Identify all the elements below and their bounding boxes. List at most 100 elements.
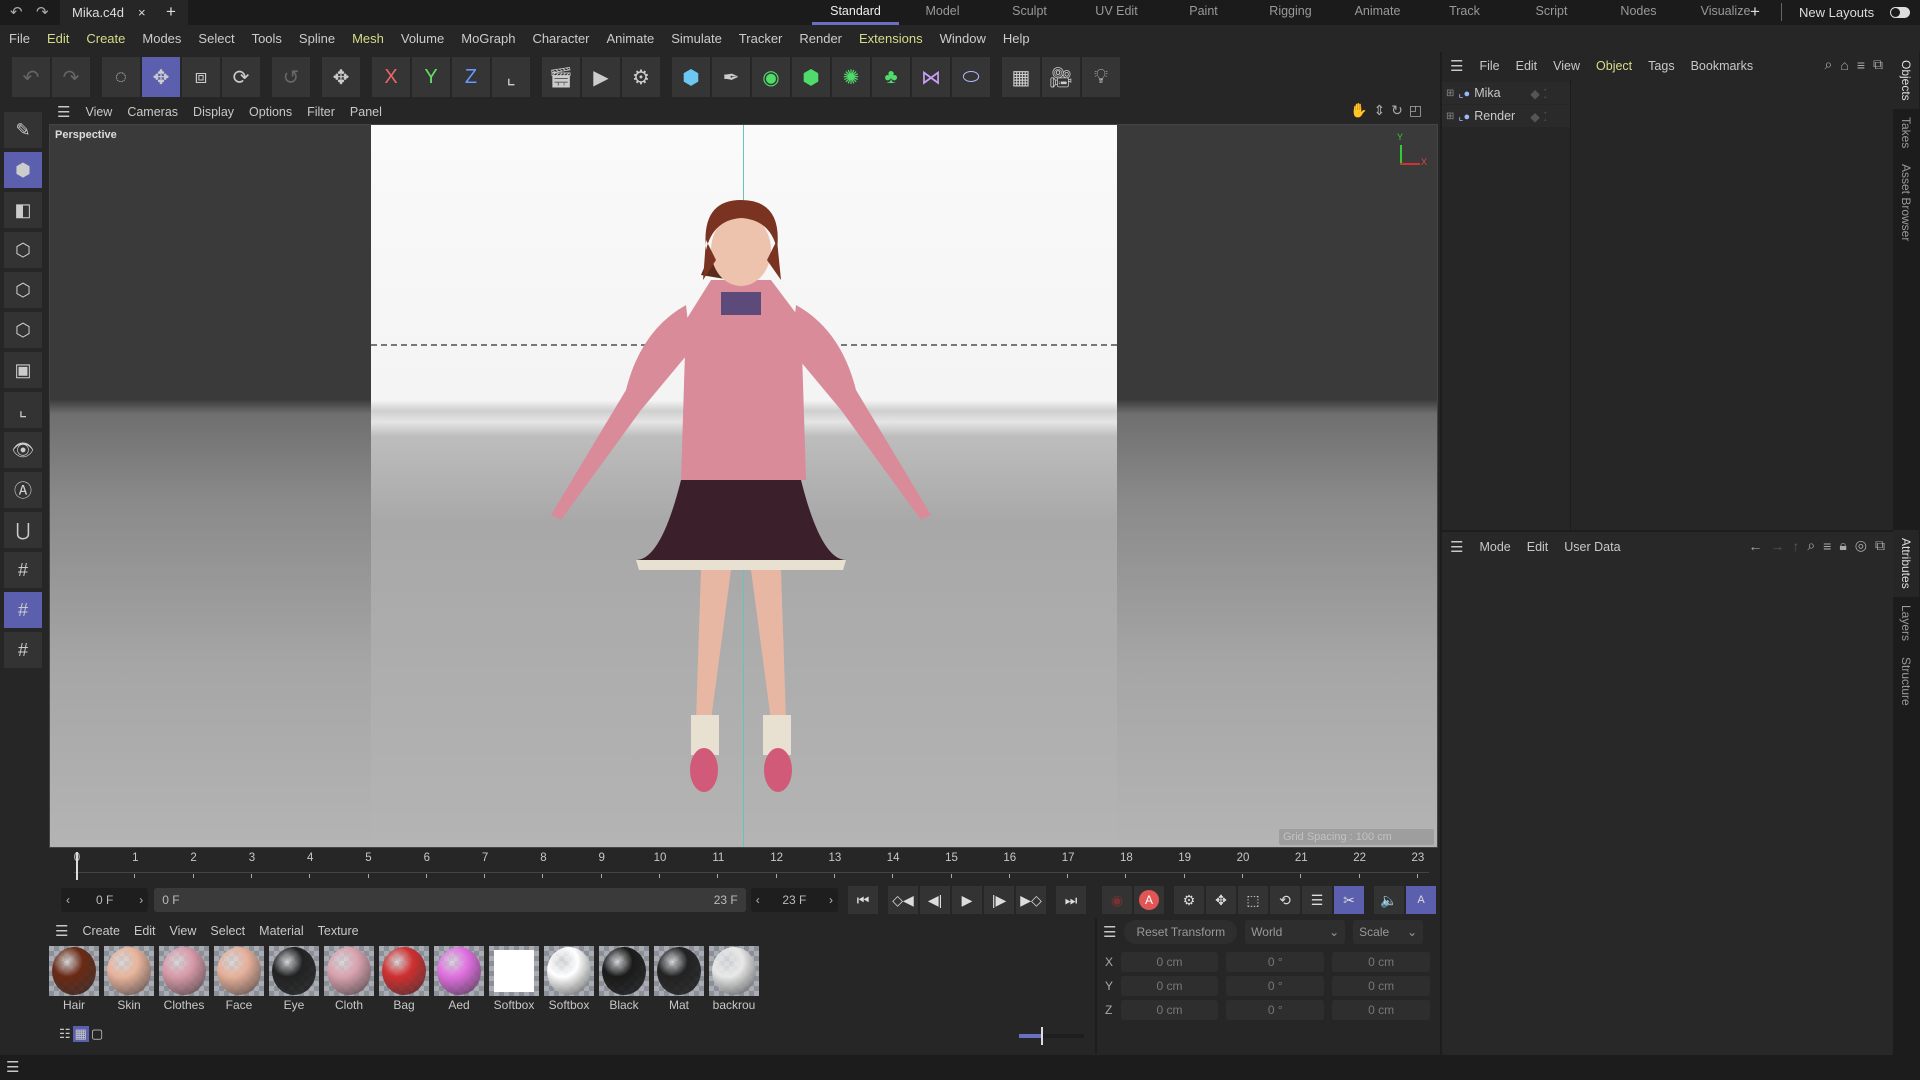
material-item[interactable]: Face bbox=[214, 946, 264, 1012]
make-editable-icon[interactable]: ✎ bbox=[4, 112, 42, 148]
viewport-menu-filter[interactable]: Filter bbox=[307, 105, 335, 119]
maximize-view-icon[interactable]: ◰ bbox=[1409, 102, 1422, 119]
layout-tab[interactable]: Sculpt bbox=[986, 0, 1073, 25]
autokey-icon[interactable]: A bbox=[1134, 886, 1165, 914]
attribute-menu-mode[interactable]: Mode bbox=[1479, 540, 1510, 554]
object-row[interactable]: ⊞ ⌞● Mika ◆ ⁚ bbox=[1442, 82, 1570, 104]
go-to-start-icon[interactable]: ⏮ bbox=[848, 886, 879, 914]
material-item[interactable]: Mat bbox=[654, 946, 704, 1012]
material-item[interactable]: Bag bbox=[379, 946, 429, 1012]
expand-icon[interactable]: ⊞ bbox=[1446, 111, 1454, 122]
render-settings-icon[interactable]: ⚙ bbox=[622, 57, 660, 97]
object-row[interactable]: ⊞ ⌞● Render ◆ ⁚ bbox=[1442, 105, 1570, 127]
large-view-icon[interactable]: ▢ bbox=[91, 1026, 103, 1042]
next-frame-icon[interactable]: |▶ bbox=[984, 886, 1015, 914]
pan-icon[interactable]: ✋ bbox=[1350, 102, 1367, 119]
search-icon[interactable]: ⌕ bbox=[1807, 537, 1815, 554]
thumbnail-size-slider[interactable] bbox=[1019, 1027, 1084, 1045]
menu-create[interactable]: Create bbox=[86, 31, 125, 46]
extrude-icon[interactable]: ⬢ bbox=[792, 57, 830, 97]
close-tab-icon[interactable]: × bbox=[138, 5, 146, 20]
coord-rot-field[interactable]: 0 ° bbox=[1226, 1000, 1325, 1020]
viewport-menu-display[interactable]: Display bbox=[193, 105, 234, 119]
expand-icon[interactable]: ⊞ bbox=[1446, 88, 1454, 99]
record-keys-icon[interactable]: ◉ bbox=[1102, 886, 1133, 914]
frame-range-slider[interactable]: 0 F 23 F bbox=[154, 888, 746, 912]
filter-icon[interactable]: ≡ bbox=[1823, 538, 1831, 554]
layout-tab[interactable]: Model bbox=[899, 0, 986, 25]
cloner-icon[interactable]: ✺ bbox=[832, 57, 870, 97]
scale-icon[interactable]: ⧈ bbox=[182, 57, 220, 97]
side-tab-layers[interactable]: Layers bbox=[1893, 597, 1919, 649]
transform-icon[interactable]: ✥ bbox=[322, 57, 360, 97]
material-item[interactable]: backrou bbox=[709, 946, 759, 1012]
light-icon[interactable]: 💡︎ bbox=[1082, 57, 1120, 97]
coord-pos-field[interactable]: 0 cm bbox=[1120, 976, 1219, 996]
material-item[interactable]: Softbox bbox=[544, 946, 594, 1012]
target-icon[interactable]: ◎ bbox=[1855, 537, 1867, 554]
render-view-icon[interactable]: 🎬︎ bbox=[542, 57, 580, 97]
menu-volume[interactable]: Volume bbox=[401, 31, 444, 46]
coordinate-space-select[interactable]: World ⌄ bbox=[1245, 920, 1346, 944]
play-icon[interactable]: ▶ bbox=[952, 886, 983, 914]
object-menu-file[interactable]: File bbox=[1479, 59, 1499, 73]
status-menu-icon[interactable]: ☰ bbox=[6, 1058, 19, 1076]
material-item[interactable]: Cloth bbox=[324, 946, 374, 1012]
pen-icon[interactable]: ✒ bbox=[712, 57, 750, 97]
axis-mode-icon[interactable]: ⌞ bbox=[4, 392, 42, 428]
material-menu-create[interactable]: Create bbox=[82, 924, 120, 938]
layer-icon[interactable]: ◆ ⁚ bbox=[1530, 109, 1547, 124]
object-menu-icon[interactable]: ☰ bbox=[1450, 57, 1463, 75]
side-tab-asset-browser[interactable]: Asset Browser bbox=[1893, 156, 1919, 249]
solo-icon[interactable]: 👁︎ bbox=[4, 432, 42, 468]
layout-tab[interactable]: Script bbox=[1508, 0, 1595, 25]
up-icon[interactable]: ↑ bbox=[1792, 538, 1799, 554]
coord-rot-field[interactable]: 0 ° bbox=[1226, 952, 1325, 972]
material-menu-texture[interactable]: Texture bbox=[318, 924, 359, 938]
key-rotation-icon[interactable]: ⟲ bbox=[1270, 886, 1301, 914]
menu-mograph[interactable]: MoGraph bbox=[461, 31, 515, 46]
texture-mode-icon[interactable]: ◧ bbox=[4, 192, 42, 228]
coord-size-field[interactable]: 0 cm bbox=[1332, 976, 1430, 996]
field-icon[interactable]: ⬭ bbox=[952, 57, 990, 97]
size-mode-select[interactable]: Scale ⌄ bbox=[1353, 920, 1424, 944]
point-mode-icon[interactable]: ⬡ bbox=[4, 232, 42, 268]
model-mode-icon[interactable]: ⬢ bbox=[4, 152, 42, 188]
snap-icon[interactable]: ⋃ bbox=[4, 512, 42, 548]
render-picture-viewer-icon[interactable]: ▶ bbox=[582, 57, 620, 97]
orbit-icon[interactable]: ↻ bbox=[1391, 102, 1403, 119]
viewport-menu-panel[interactable]: Panel bbox=[350, 105, 382, 119]
key-parameter-icon[interactable]: ☰ bbox=[1302, 886, 1333, 914]
object-menu-tags[interactable]: Tags bbox=[1648, 59, 1674, 73]
live-selection-icon[interactable]: ◌ bbox=[102, 57, 140, 97]
viewport-menu-options[interactable]: Options bbox=[249, 105, 292, 119]
menu-help[interactable]: Help bbox=[1003, 31, 1030, 46]
workplane-icon[interactable]: # bbox=[4, 552, 42, 588]
material-item[interactable]: Eye bbox=[269, 946, 319, 1012]
y-axis-icon[interactable]: Y bbox=[412, 57, 450, 97]
undo-icon[interactable]: ↶ bbox=[12, 57, 50, 97]
layout-tab[interactable]: Animate bbox=[1334, 0, 1421, 25]
deformer-icon[interactable]: ⋈ bbox=[912, 57, 950, 97]
material-item[interactable]: Aed bbox=[434, 946, 484, 1012]
filter-icon[interactable]: ≡ bbox=[1857, 57, 1865, 73]
planar-workplane-icon[interactable]: # bbox=[4, 632, 42, 668]
back-icon[interactable]: ← bbox=[1748, 538, 1762, 554]
menu-simulate[interactable]: Simulate bbox=[671, 31, 722, 46]
coord-pos-field[interactable]: 0 cm bbox=[1120, 1000, 1219, 1020]
material-menu-edit[interactable]: Edit bbox=[134, 924, 156, 938]
next-key-icon[interactable]: ▶◇ bbox=[1016, 886, 1047, 914]
dolly-icon[interactable]: ⇕ bbox=[1373, 102, 1385, 119]
material-item[interactable]: Skin bbox=[104, 946, 154, 1012]
layout-tab[interactable]: UV Edit bbox=[1073, 0, 1160, 25]
material-menu-material[interactable]: Material bbox=[259, 924, 303, 938]
menu-mesh[interactable]: Mesh bbox=[352, 31, 384, 46]
material-item[interactable]: Softbox bbox=[489, 946, 539, 1012]
side-tab-attributes[interactable]: Attributes bbox=[1893, 530, 1919, 597]
key-pla-icon[interactable]: ✂ bbox=[1334, 886, 1365, 914]
forward-icon[interactable]: → bbox=[1770, 538, 1784, 554]
object-menu-bookmarks[interactable]: Bookmarks bbox=[1691, 59, 1754, 73]
go-to-end-icon[interactable]: ⏭ bbox=[1056, 886, 1087, 914]
redo-icon[interactable]: ↷ bbox=[36, 3, 49, 21]
camera-icon[interactable]: 🎥︎ bbox=[1042, 57, 1080, 97]
